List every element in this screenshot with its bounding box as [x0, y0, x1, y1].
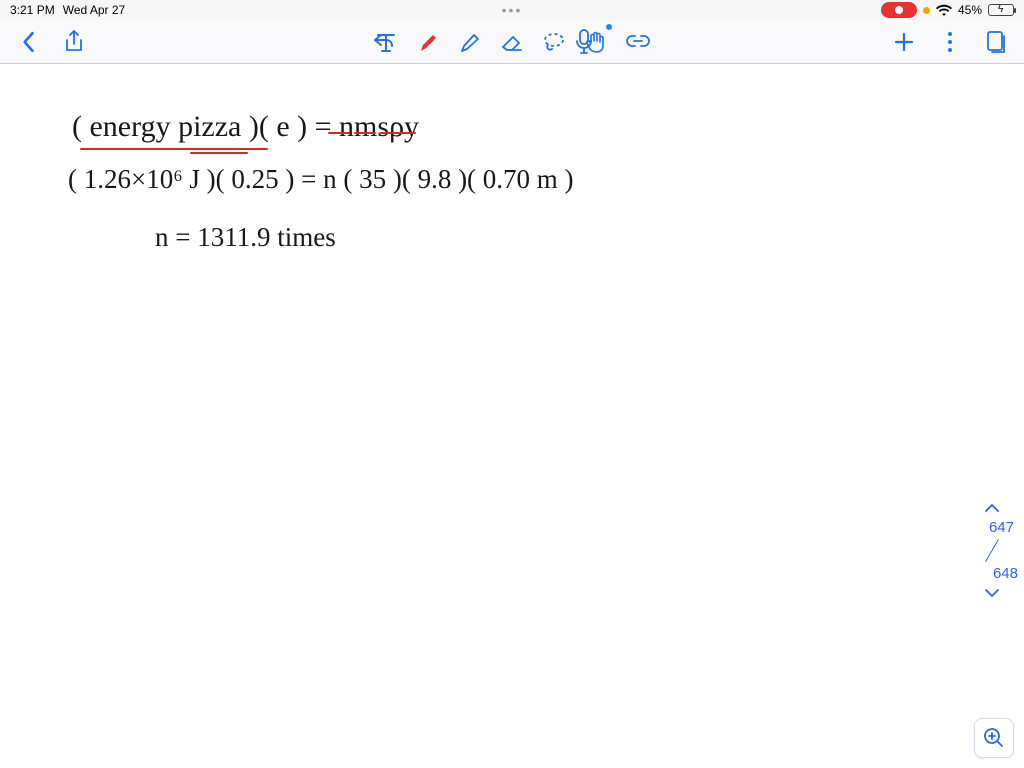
handwriting-line-3: n = 1311.9 times	[155, 222, 336, 253]
text-tool-button[interactable]	[372, 28, 400, 56]
eraser-tool-button[interactable]	[498, 28, 526, 56]
red-underline-icon	[380, 132, 416, 134]
red-underline-icon	[190, 152, 248, 154]
toolbar-tools	[372, 28, 652, 56]
toolbar-left	[14, 28, 88, 56]
charging-bolt-icon: ϟ	[998, 4, 1003, 15]
page-slash-icon	[985, 539, 999, 562]
multitask-dots[interactable]: •••	[502, 2, 523, 18]
status-right: 45% ϟ	[881, 2, 1014, 18]
wifi-icon	[936, 4, 952, 16]
page-navigator: 647 648	[964, 503, 1020, 598]
note-canvas[interactable]: ( energy pizza )( e ) = nmsρy ( 1.26×10⁶…	[0, 64, 1024, 768]
battery-icon: ϟ	[988, 4, 1014, 16]
pages-button[interactable]	[982, 28, 1010, 56]
red-underline-icon	[80, 148, 268, 150]
red-underline-icon	[328, 132, 350, 134]
back-button[interactable]	[14, 28, 42, 56]
share-button[interactable]	[60, 28, 88, 56]
highlighter-tool-button[interactable]	[456, 28, 484, 56]
handwriting-line-2: ( 1.26×10⁶ J )( 0.25 ) = n ( 35 )( 9.8 )…	[68, 164, 574, 195]
status-bar: 3:21 PM Wed Apr 27 ••• 45% ϟ	[0, 0, 1024, 20]
handwriting-line-1: ( energy pizza )( e ) = nmsρy	[72, 110, 419, 144]
app-toolbar	[0, 20, 1024, 64]
screen-record-indicator[interactable]	[881, 2, 917, 18]
status-left: 3:21 PM Wed Apr 27	[10, 3, 125, 17]
page-current[interactable]: 647	[989, 519, 1014, 536]
page-down-button[interactable]	[984, 588, 1000, 598]
zoom-in-button[interactable]	[974, 718, 1014, 758]
toolbar-right	[890, 28, 1010, 56]
record-dot-icon	[895, 6, 903, 14]
hand-tool-button[interactable]	[582, 28, 610, 56]
active-tool-indicator-icon	[604, 22, 614, 32]
lasso-tool-button[interactable]	[540, 28, 568, 56]
status-date: Wed Apr 27	[63, 3, 125, 17]
page-total: 648	[993, 565, 1018, 582]
more-button[interactable]	[936, 28, 964, 56]
pen-tool-button[interactable]	[414, 28, 442, 56]
add-button[interactable]	[890, 28, 918, 56]
page-up-button[interactable]	[984, 503, 1000, 513]
link-tool-button[interactable]	[624, 28, 652, 56]
mic-in-use-dot-icon	[923, 7, 930, 14]
status-time: 3:21 PM	[10, 3, 55, 17]
battery-percent: 45%	[958, 3, 982, 17]
red-underline-icon	[354, 132, 376, 134]
